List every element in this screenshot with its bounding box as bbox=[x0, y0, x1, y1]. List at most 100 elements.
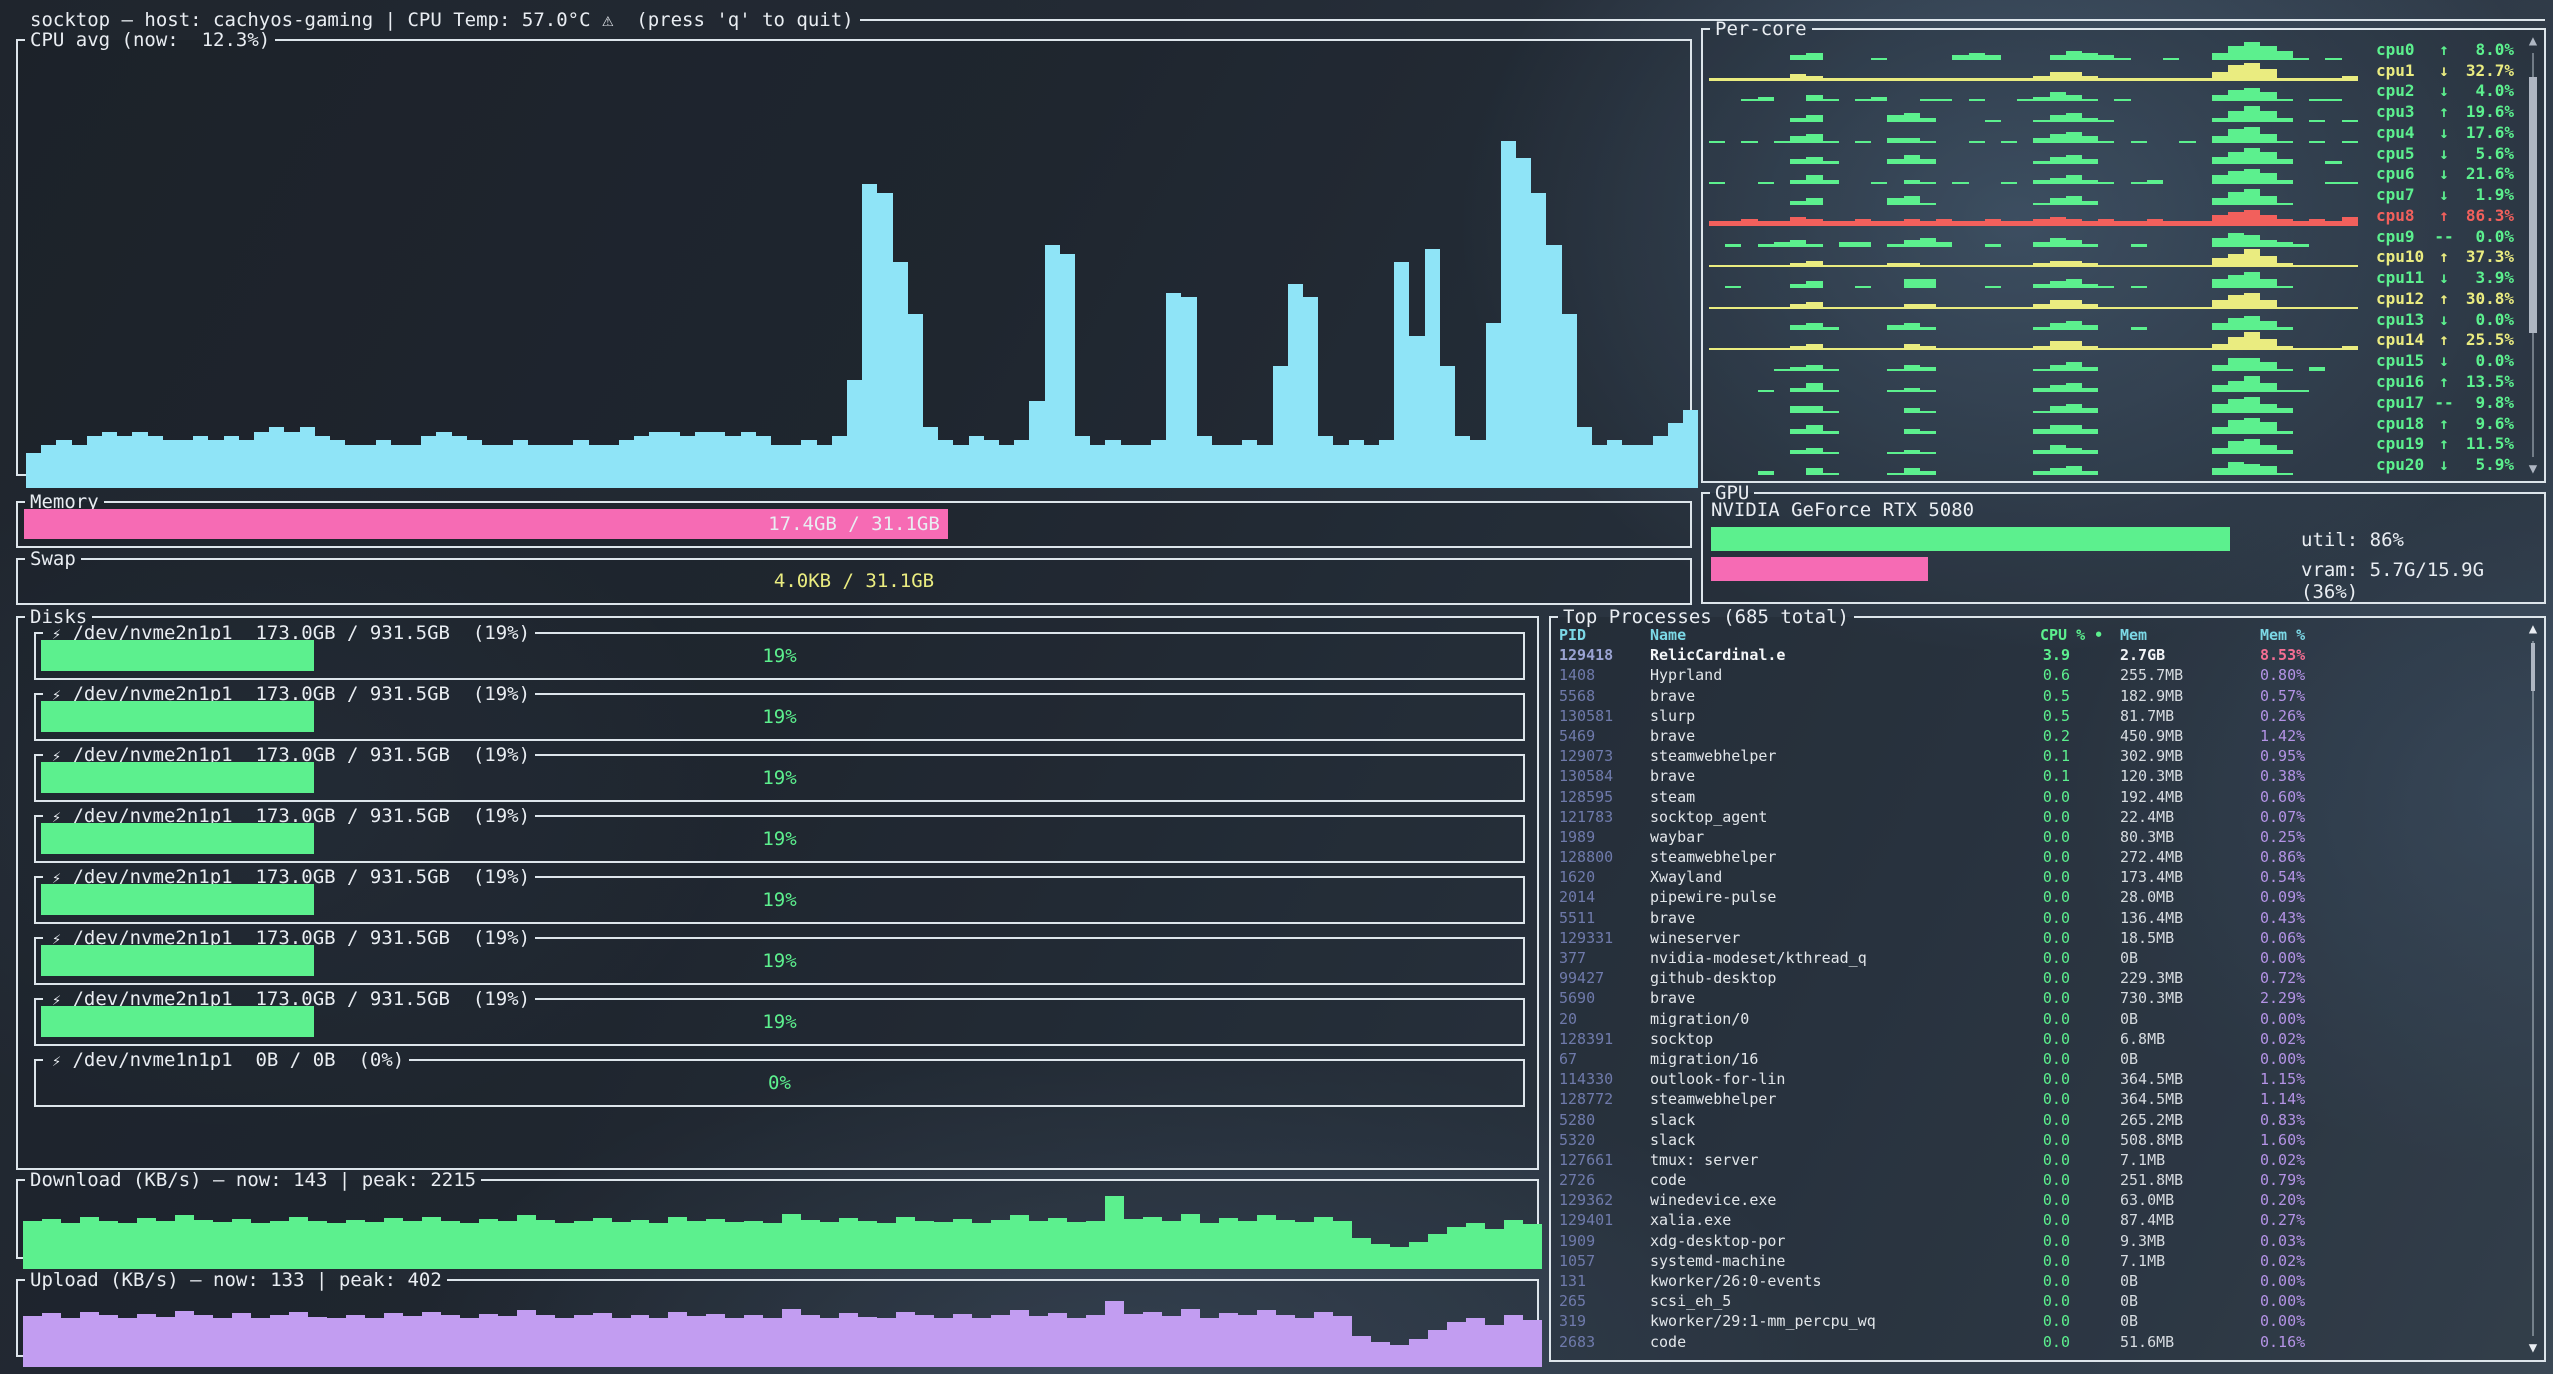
scroll-down-icon[interactable]: ▼ bbox=[2525, 1340, 2541, 1356]
process-row[interactable]: 20migration/00.00B0.00% bbox=[1559, 1009, 2518, 1029]
process-row[interactable]: 114330outlook-for-lin0.0364.5MB1.15% bbox=[1559, 1069, 2518, 1089]
process-table-header: PID Name CPU % • Mem Mem % bbox=[1559, 625, 2518, 645]
process-cpu-percent: 0.0 bbox=[2040, 1069, 2120, 1089]
sparkline-bar bbox=[1806, 406, 1822, 413]
sparkline-bar bbox=[1758, 471, 1774, 476]
column-cpu[interactable]: CPU % • bbox=[2040, 625, 2120, 645]
chart-bar bbox=[1592, 445, 1607, 488]
sparkline-bar bbox=[2066, 113, 2082, 122]
process-scrollbar[interactable]: ▲ ▼ bbox=[2525, 621, 2541, 1356]
sparkline-bar bbox=[1887, 473, 1903, 475]
process-row[interactable]: 128595steam0.0192.4MB0.60% bbox=[1559, 787, 2518, 807]
process-row[interactable]: 128391socktop0.06.8MB0.02% bbox=[1559, 1029, 2518, 1049]
chart-bar bbox=[1504, 1220, 1523, 1269]
process-row[interactable]: 5320slack0.0508.8MB1.60% bbox=[1559, 1130, 2518, 1150]
chart-bar bbox=[619, 440, 634, 488]
process-name: winedevice.exe bbox=[1650, 1190, 2040, 1210]
process-row[interactable]: 1057systemd-machine0.07.1MB0.02% bbox=[1559, 1251, 2518, 1271]
process-row[interactable]: 2683code0.051.6MB0.16% bbox=[1559, 1332, 2518, 1352]
process-row[interactable]: 131kworker/26:0-events0.00B0.00% bbox=[1559, 1271, 2518, 1291]
chart-bar bbox=[1181, 297, 1196, 488]
per-core-label: cpu0↑8.0% bbox=[2376, 40, 2514, 60]
sparkline-bar bbox=[2050, 300, 2066, 309]
process-row[interactable]: 5568brave0.5182.9MB0.57% bbox=[1559, 686, 2518, 706]
chart-bar bbox=[365, 1222, 384, 1269]
process-mem-percent: 0.43% bbox=[2260, 908, 2518, 928]
process-cpu-percent: 0.0 bbox=[2040, 1251, 2120, 1271]
process-row[interactable]: 2014pipewire-pulse0.028.0MB0.09% bbox=[1559, 887, 2518, 907]
chart-bar bbox=[406, 445, 421, 488]
process-name: xalia.exe bbox=[1650, 1210, 2040, 1230]
chart-bar bbox=[820, 1222, 839, 1269]
process-row[interactable]: 128772steamwebhelper0.0364.5MB1.14% bbox=[1559, 1089, 2518, 1109]
process-mem-percent: 8.53% bbox=[2260, 645, 2518, 665]
column-pid[interactable]: PID bbox=[1559, 625, 1650, 645]
process-row[interactable]: 121783socktop_agent0.022.4MB0.07% bbox=[1559, 807, 2518, 827]
process-row[interactable]: 2726code0.0251.8MB0.79% bbox=[1559, 1170, 2518, 1190]
sparkline-bar bbox=[2082, 136, 2098, 143]
chart-bar bbox=[908, 314, 923, 488]
process-row[interactable]: 1909xdg-desktop-por0.09.3MB0.03% bbox=[1559, 1231, 2518, 1251]
border-segment bbox=[16, 616, 25, 618]
chart-bar bbox=[1151, 440, 1166, 488]
sparkline-bar bbox=[2244, 418, 2260, 434]
process-row[interactable]: 319kworker/29:1-mm_percpu_wq0.00B0.00% bbox=[1559, 1311, 2518, 1331]
process-row[interactable]: 128800steamwebhelper0.0272.4MB0.86% bbox=[1559, 847, 2518, 867]
column-mem[interactable]: Mem bbox=[2120, 625, 2260, 645]
process-row[interactable]: 1408Hyprland0.6255.7MB0.80% bbox=[1559, 665, 2518, 685]
process-row[interactable]: 129418RelicCardinal.e3.92.7GB8.53% bbox=[1559, 645, 2518, 665]
process-row[interactable]: 129362winedevice.exe0.063.0MB0.20% bbox=[1559, 1190, 2518, 1210]
process-mem: 63.0MB bbox=[2120, 1190, 2260, 1210]
gpu-name: NVIDIA GeForce RTX 5080 bbox=[1711, 499, 1974, 521]
scroll-up-icon[interactable]: ▲ bbox=[2525, 621, 2541, 637]
sparkline-bar bbox=[1806, 53, 1822, 60]
sparkline-bar bbox=[2260, 134, 2276, 143]
process-row[interactable]: 265scsi_eh_50.00B0.00% bbox=[1559, 1291, 2518, 1311]
process-mem: 265.2MB bbox=[2120, 1110, 2260, 1130]
process-row[interactable]: 99427github-desktop0.0229.3MB0.72% bbox=[1559, 968, 2518, 988]
process-row[interactable]: 129073steamwebhelper0.1302.9MB0.95% bbox=[1559, 746, 2518, 766]
chart-bar bbox=[574, 1221, 593, 1270]
process-row[interactable]: 130584brave0.1120.3MB0.38% bbox=[1559, 766, 2518, 786]
chart-bar bbox=[1212, 445, 1227, 488]
process-row[interactable]: 1989waybar0.080.3MB0.25% bbox=[1559, 827, 2518, 847]
chart-bar bbox=[163, 440, 178, 488]
process-name: code bbox=[1650, 1170, 2040, 1190]
sparkline-bar bbox=[2228, 295, 2244, 309]
process-row[interactable]: 5690brave0.0730.3MB2.29% bbox=[1559, 988, 2518, 1008]
scrollbar-track[interactable] bbox=[2532, 641, 2534, 1336]
chart-bar bbox=[555, 1318, 574, 1367]
process-cpu-percent: 0.0 bbox=[2040, 1130, 2120, 1150]
process-row[interactable]: 129331wineserver0.018.5MB0.06% bbox=[1559, 928, 2518, 948]
chart-bar bbox=[1333, 1221, 1352, 1269]
scrollbar-thumb[interactable] bbox=[2529, 77, 2537, 333]
process-mem: 9.3MB bbox=[2120, 1231, 2260, 1251]
sparkline-bar bbox=[2260, 240, 2276, 247]
per-core-row: cpu7↓1.9% bbox=[1709, 184, 2514, 205]
border-segment bbox=[16, 1279, 25, 1281]
process-row[interactable]: 5469brave0.2450.9MB1.42% bbox=[1559, 726, 2518, 746]
process-row[interactable]: 127661tmux: server0.07.1MB0.02% bbox=[1559, 1150, 2518, 1170]
scroll-down-icon[interactable]: ▼ bbox=[2525, 461, 2541, 477]
process-row[interactable]: 5511brave0.0136.4MB0.43% bbox=[1559, 908, 2518, 928]
scrollbar-thumb[interactable] bbox=[2531, 643, 2535, 691]
process-row[interactable]: 130581slurp0.581.7MB0.26% bbox=[1559, 706, 2518, 726]
process-row[interactable]: 377nvidia-modeset/kthread_q0.00B0.00% bbox=[1559, 948, 2518, 968]
per-core-scrollbar[interactable]: ▲ ▼ bbox=[2525, 33, 2541, 477]
core-name: cpu1 bbox=[2376, 61, 2432, 81]
border-segment bbox=[275, 39, 1692, 41]
chart-bar bbox=[80, 1217, 99, 1269]
sparkline-bar bbox=[2244, 397, 2260, 413]
process-row[interactable]: 129401xalia.exe0.087.4MB0.27% bbox=[1559, 1210, 2518, 1230]
process-pid: 121783 bbox=[1559, 807, 1650, 827]
process-row[interactable]: 67migration/160.00B0.00% bbox=[1559, 1049, 2518, 1069]
chart-bar bbox=[1067, 1318, 1086, 1368]
core-usage-value: 11.5% bbox=[2456, 434, 2514, 454]
column-name[interactable]: Name bbox=[1650, 625, 2040, 645]
process-row[interactable]: 1620Xwayland0.0173.4MB0.54% bbox=[1559, 867, 2518, 887]
column-mem-percent[interactable]: Mem % bbox=[2260, 625, 2518, 645]
process-row[interactable]: 5280slack0.0265.2MB0.83% bbox=[1559, 1110, 2518, 1130]
scroll-up-icon[interactable]: ▲ bbox=[2525, 33, 2541, 49]
sparkline-bar bbox=[2082, 471, 2098, 476]
sparkline-bar bbox=[2260, 111, 2276, 122]
